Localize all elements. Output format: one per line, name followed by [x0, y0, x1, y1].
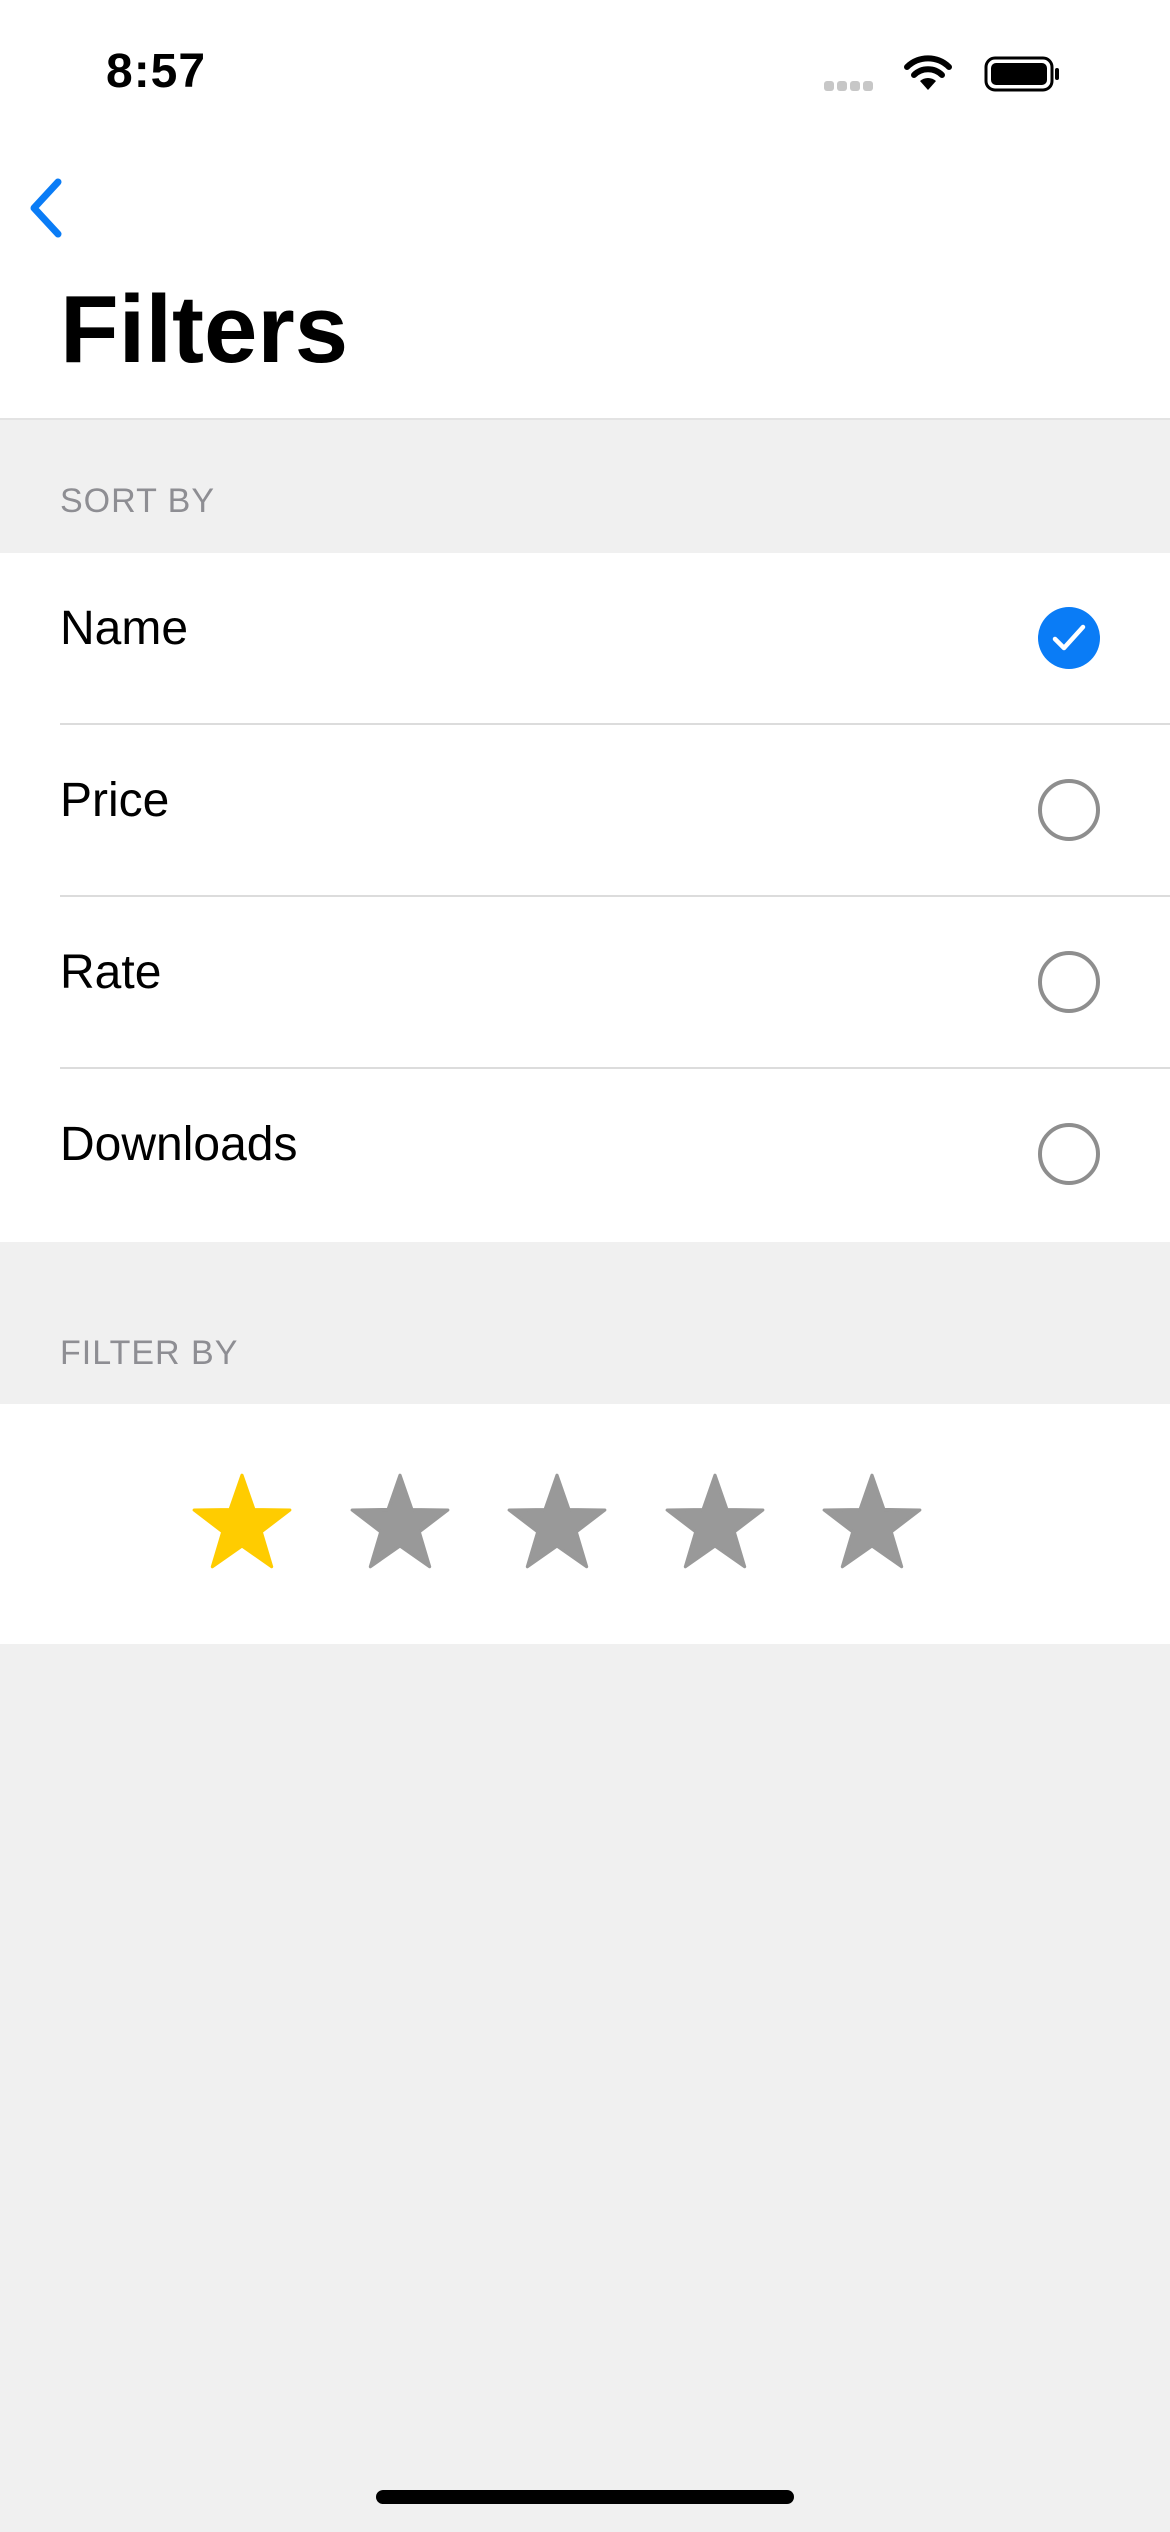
- filter-by-header: FILTER BY: [60, 1334, 239, 1372]
- sort-option-label: Price: [60, 774, 170, 827]
- home-indicator[interactable]: [376, 2490, 794, 2504]
- page-title: Filters: [60, 276, 349, 383]
- sort-by-header: SORT BY: [60, 482, 216, 520]
- sort-option-name[interactable]: Name: [0, 553, 1170, 725]
- star-icon[interactable]: [190, 1472, 294, 1572]
- sort-option-label: Downloads: [60, 1118, 298, 1171]
- star-icon[interactable]: [663, 1472, 767, 1572]
- sort-option-label: Rate: [60, 946, 162, 999]
- navigation-header: 8:57 Filters: [0, 0, 1170, 420]
- sort-option-downloads[interactable]: Downloads: [0, 1069, 1170, 1242]
- sort-option-label: Name: [60, 602, 189, 655]
- sort-option-price[interactable]: Price: [0, 725, 1170, 897]
- star-icon[interactable]: [820, 1472, 924, 1572]
- wifi-icon: [904, 55, 952, 90]
- sort-options-list: Name Price Rate Downloads: [0, 553, 1170, 1242]
- checkmark-circle-icon[interactable]: [1038, 607, 1100, 669]
- radio-circle-icon[interactable]: [1038, 951, 1100, 1013]
- status-time: 8:57: [106, 45, 207, 98]
- radio-circle-icon[interactable]: [1038, 1123, 1100, 1185]
- radio-circle-icon[interactable]: [1038, 779, 1100, 841]
- battery-icon: [984, 56, 1059, 92]
- back-chevron-icon[interactable]: [22, 172, 72, 244]
- star-icon[interactable]: [505, 1472, 609, 1572]
- sort-option-rate[interactable]: Rate: [0, 897, 1170, 1069]
- star-icon[interactable]: [348, 1472, 452, 1572]
- cellular-signal-icon: [824, 78, 880, 92]
